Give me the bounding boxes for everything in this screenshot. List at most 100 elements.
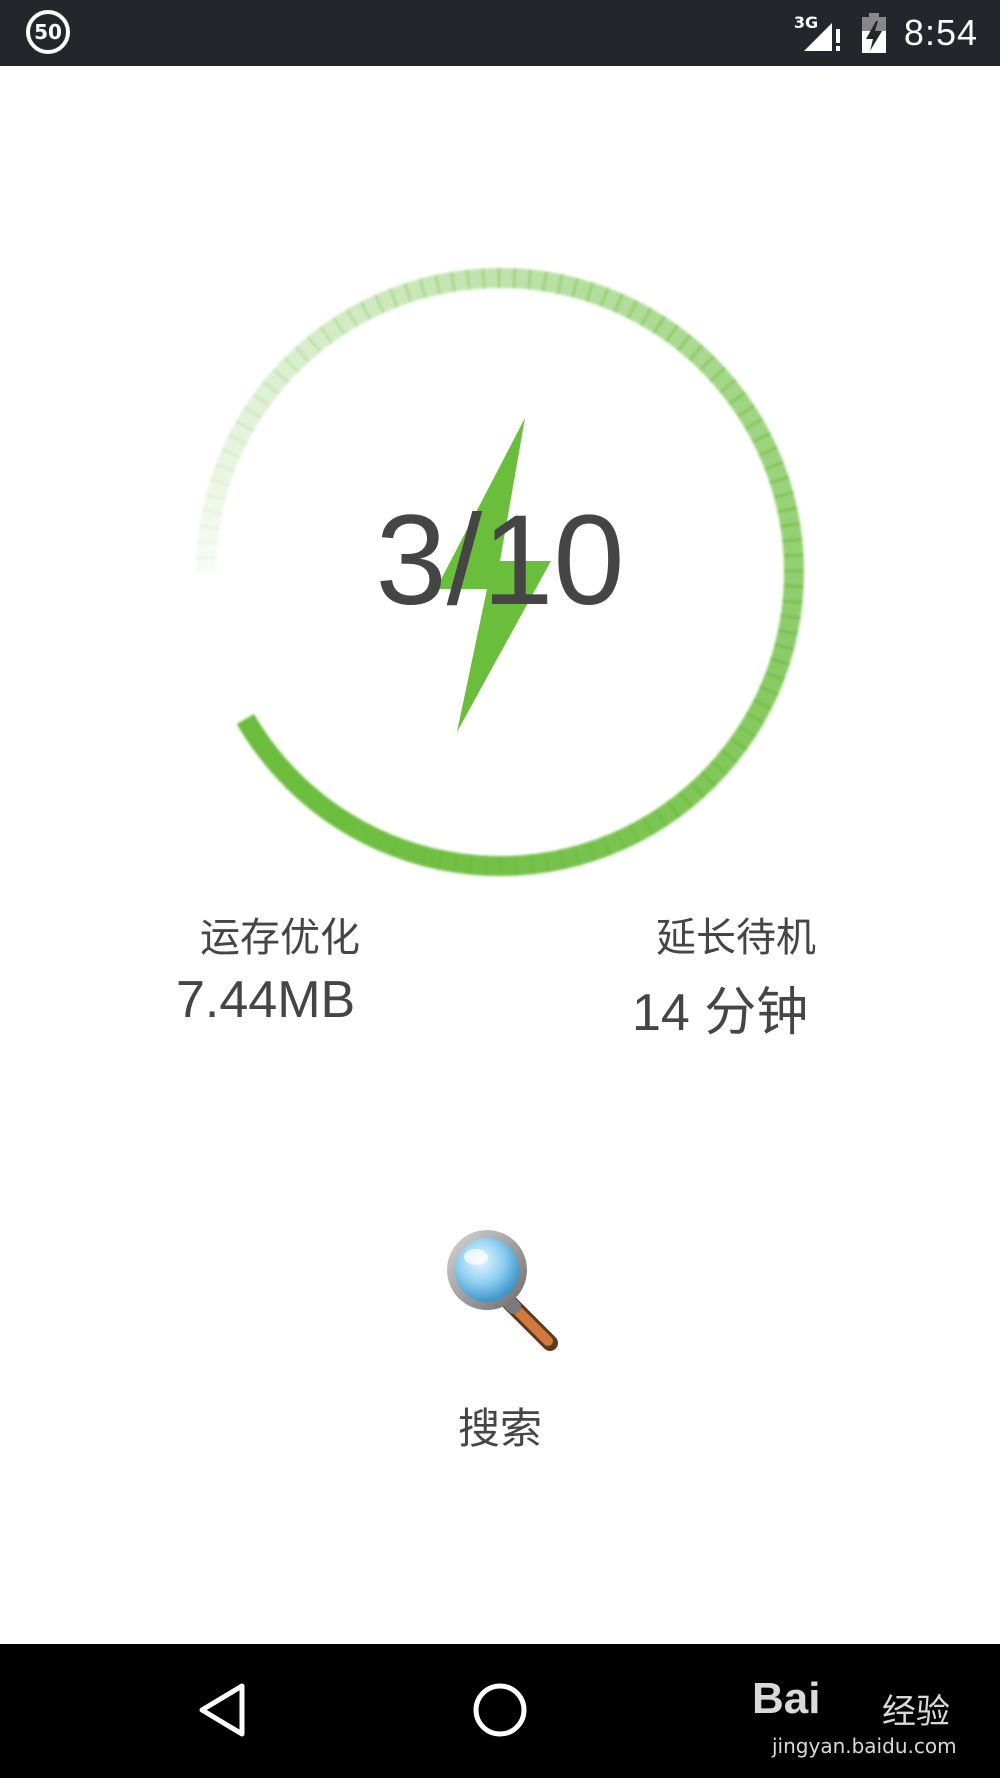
ring-segment: [744, 417, 771, 444]
ring-segment: [205, 478, 230, 501]
ring-segment: [700, 760, 728, 787]
ring-segment: [527, 269, 548, 292]
ring-segment: [626, 300, 652, 327]
watermark-url: jingyan.baidu.com: [772, 1734, 957, 1758]
ring-segment: [252, 380, 280, 407]
ring-segment: [263, 750, 291, 778]
ring-segment: [294, 335, 322, 363]
ring-segment: [228, 420, 255, 446]
standby-label: 延长待机: [656, 915, 816, 961]
status-right: 3G 8:54: [794, 0, 978, 66]
ring-segment: [243, 393, 271, 420]
ring-segment: [774, 628, 798, 651]
ring-segment: [709, 366, 737, 394]
ring-segment: [514, 854, 535, 876]
ring-segment: [452, 852, 473, 875]
ring-segment: [468, 854, 488, 876]
ring-segment: [512, 268, 532, 290]
ring-segment: [769, 475, 794, 499]
ring-segment: [450, 269, 471, 292]
ring-segment: [719, 378, 746, 406]
magnifier-icon: [447, 1230, 558, 1351]
ring-segment: [296, 783, 324, 810]
ring-segment: [770, 643, 795, 666]
ring-segment: [321, 801, 348, 829]
score-text: 3/10: [375, 489, 625, 632]
ring-segment: [391, 837, 415, 862]
ring-segment: [272, 357, 300, 384]
ring-segment: [499, 855, 519, 876]
ring-segment: [332, 308, 359, 336]
home-icon: [473, 1683, 527, 1737]
ring-segment: [274, 761, 301, 789]
ring-segment: [361, 825, 387, 851]
ring-segment: [764, 460, 790, 485]
ring-segment: [421, 846, 444, 870]
ring-segment: [334, 810, 360, 837]
ring-segment: [345, 301, 372, 328]
ring-segment: [544, 849, 566, 873]
back-button[interactable]: [184, 1670, 264, 1750]
ring-segment: [306, 326, 334, 353]
ring-segment: [736, 404, 764, 431]
ring-segment: [434, 271, 456, 295]
ring-segment: [654, 800, 681, 827]
ring-segment: [641, 808, 668, 836]
ring-segment: [640, 307, 666, 334]
ring-segment: [254, 738, 281, 766]
ring-segment: [481, 268, 501, 289]
ring-segment: [319, 317, 346, 344]
ring-segment: [689, 771, 717, 798]
ring-segment: [678, 781, 706, 809]
ring-segment: [235, 406, 262, 432]
ring-segment: [728, 391, 755, 418]
ring-segment: [587, 836, 612, 862]
ring-segment: [236, 713, 264, 740]
watermark-tag: 经验: [882, 1692, 950, 1732]
ring-segment: [599, 287, 624, 313]
ring-segment: [615, 823, 641, 850]
screen: 50 3G 8:54 3/10 运存优化 7.44MB 延长待机 14 分钟 搜…: [0, 0, 1000, 1778]
ring-segment: [585, 282, 609, 307]
ring-segment: [221, 433, 247, 459]
ring-segment: [403, 278, 427, 303]
ring-segment: [765, 657, 790, 681]
ring-segment: [388, 282, 413, 308]
ring-segment: [613, 293, 639, 319]
ring-segment: [436, 849, 458, 873]
navigation-bar: Bai 经验 jingyan.baidu.com: [0, 1644, 1000, 1778]
clock: 8:54: [903, 12, 978, 53]
home-button[interactable]: [460, 1670, 540, 1750]
ring-segment: [738, 712, 765, 738]
speed-badge-icon: 50: [26, 10, 70, 54]
ring-segment: [601, 830, 626, 856]
ring-segment: [745, 698, 772, 724]
ring-segment: [419, 274, 442, 299]
ring-segment: [406, 842, 429, 867]
search-button[interactable]: 搜索: [400, 1225, 600, 1465]
ring-segment: [308, 792, 335, 820]
ring-segment: [262, 368, 289, 396]
status-bar: 50 3G 8:54: [0, 0, 1000, 66]
ring-segment: [720, 737, 748, 764]
standby-value: 14 分钟: [632, 984, 809, 1042]
ring-segment: [359, 294, 385, 321]
ring-segment: [556, 274, 579, 298]
search-label: 搜索: [457, 1404, 542, 1453]
ring-segment: [542, 271, 564, 295]
ring-segment: [665, 324, 692, 352]
back-icon: [199, 1683, 245, 1737]
ring-segment: [628, 816, 655, 843]
watermark-logo: Bai: [752, 1674, 821, 1723]
ring-segment: [676, 334, 704, 361]
ring-segment: [652, 315, 679, 343]
ring-segment: [348, 817, 374, 844]
ring-segment: [758, 446, 784, 471]
ring-segment: [465, 268, 486, 290]
ring-segment: [558, 845, 581, 870]
ring-segment: [215, 448, 241, 473]
ring-segment: [245, 726, 272, 753]
score-ring: 3/10: [190, 262, 810, 882]
memory-label: 运存优化: [200, 915, 360, 961]
ring-segment: [666, 791, 694, 818]
